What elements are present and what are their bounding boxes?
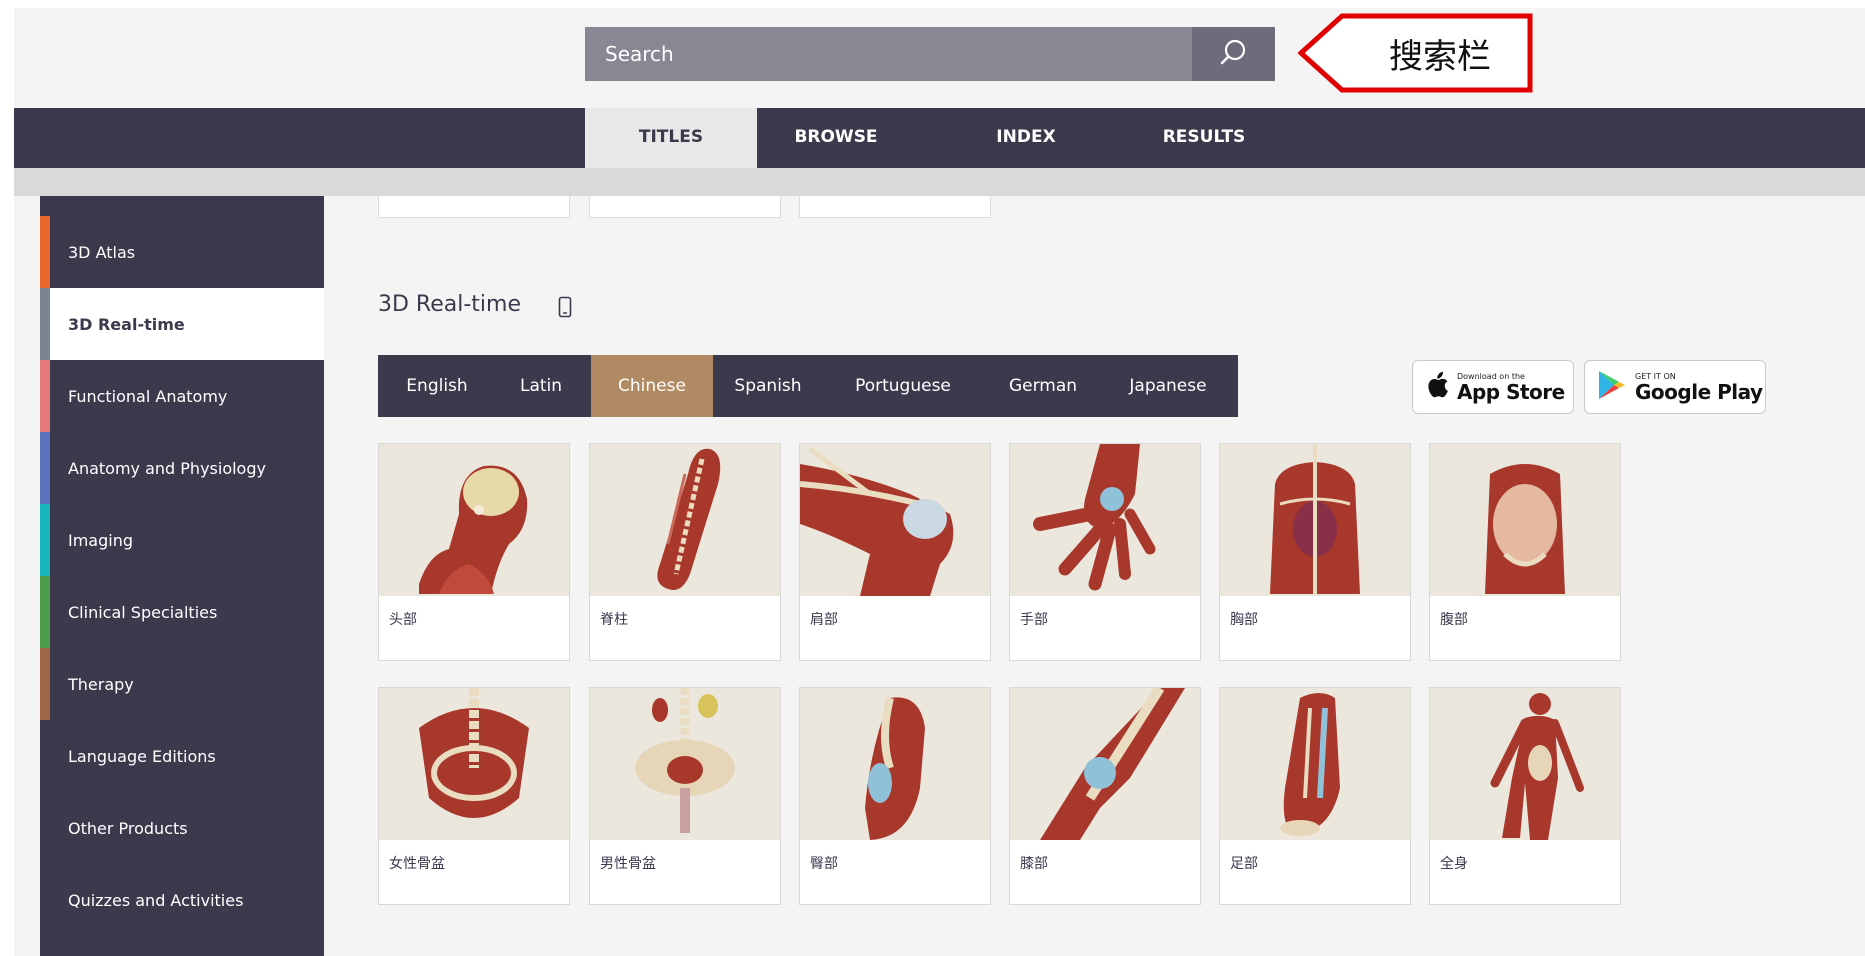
card-label: 臀部 xyxy=(810,856,838,872)
title-card-foot[interactable]: 足部 xyxy=(1219,687,1411,905)
sidebar-item-clinical-specialties[interactable]: Clinical Specialties xyxy=(40,576,324,648)
card-thumbnail xyxy=(800,688,990,840)
google-play-big-text: Google Play xyxy=(1635,379,1763,404)
sidebar-item-label: Other Products xyxy=(68,818,188,838)
title-card-hip[interactable]: 臀部 xyxy=(799,687,991,905)
tab-english[interactable]: English xyxy=(378,355,496,417)
app-store-badge[interactable]: Download on the App Store xyxy=(1412,360,1574,414)
card-label: 脊柱 xyxy=(600,612,628,628)
sidebar-item-label: Quizzes and Activities xyxy=(68,890,244,910)
title-card-spine[interactable]: 脊柱 xyxy=(589,443,781,661)
nav-divider xyxy=(14,168,1865,196)
category-color-bar xyxy=(40,288,50,360)
card-label: 手部 xyxy=(1020,612,1048,628)
sidebar-item-language-editions[interactable]: Language Editions xyxy=(40,720,324,792)
top-nav: TITLES BROWSE INDEX RESULTS xyxy=(14,108,1865,168)
title-card-male-pelvis[interactable]: 男性骨盆 xyxy=(589,687,781,905)
title-card-thorax[interactable]: 胸部 xyxy=(1219,443,1411,661)
card-thumbnail xyxy=(1010,688,1200,840)
card-label: 头部 xyxy=(389,612,417,628)
sidebar-item-label: Therapy xyxy=(68,674,134,694)
sidebar-item-anatomy-and-physiology[interactable]: Anatomy and Physiology xyxy=(40,432,324,504)
card-thumbnail xyxy=(590,688,780,840)
card-label: 胸部 xyxy=(1230,612,1258,628)
sidebar-item-imaging[interactable]: Imaging xyxy=(40,504,324,576)
card-thumbnail xyxy=(800,444,990,596)
tab-titles[interactable]: TITLES xyxy=(585,108,757,168)
apple-icon xyxy=(1425,371,1449,403)
sidebar-item-functional-anatomy[interactable]: Functional Anatomy xyxy=(40,360,324,432)
card-label: 膝部 xyxy=(1020,856,1048,872)
title-card-head[interactable]: 头部 xyxy=(378,443,570,661)
sidebar-item-therapy[interactable]: Therapy xyxy=(40,648,324,720)
sidebar-item-3d-atlas[interactable]: 3D Atlas xyxy=(40,216,324,288)
partial-card[interactable] xyxy=(589,196,781,218)
sidebar-item-quizzes-and-activities[interactable]: Quizzes and Activities xyxy=(40,864,324,936)
sidebar-item-label: Clinical Specialties xyxy=(68,602,218,622)
search-input[interactable] xyxy=(585,27,1192,81)
mobile-device-icon xyxy=(558,296,572,322)
category-color-bar xyxy=(40,432,50,504)
search-icon xyxy=(1219,38,1249,71)
card-label: 全身 xyxy=(1440,856,1468,872)
title-card-full-body[interactable]: 全身 xyxy=(1429,687,1621,905)
tab-german[interactable]: German xyxy=(983,355,1103,417)
search-bar xyxy=(585,27,1275,81)
tab-chinese[interactable]: Chinese xyxy=(591,355,713,417)
title-card-knee[interactable]: 膝部 xyxy=(1009,687,1201,905)
sidebar: 3D Atlas 3D Real-time Functional Anatomy… xyxy=(40,196,324,956)
title-card-female-pelvis[interactable]: 女性骨盆 xyxy=(378,687,570,905)
card-label: 腹部 xyxy=(1440,612,1468,628)
sidebar-item-other-products[interactable]: Other Products xyxy=(40,792,324,864)
card-label: 男性骨盆 xyxy=(600,856,656,872)
partial-card[interactable] xyxy=(378,196,570,218)
annotation-callout: 搜索栏 xyxy=(1298,12,1533,94)
card-thumbnail xyxy=(1220,444,1410,596)
partial-card[interactable] xyxy=(799,196,991,218)
tab-japanese[interactable]: Japanese xyxy=(1108,355,1228,417)
title-card-shoulder[interactable]: 肩部 xyxy=(799,443,991,661)
card-thumbnail xyxy=(379,688,569,840)
title-card-hand[interactable]: 手部 xyxy=(1009,443,1201,661)
card-thumbnail xyxy=(590,444,780,596)
category-color-bar xyxy=(40,576,50,648)
tab-results[interactable]: RESULTS xyxy=(1134,108,1274,168)
sidebar-item-label: Language Editions xyxy=(68,746,216,766)
title-card-abdomen[interactable]: 腹部 xyxy=(1429,443,1621,661)
tab-portuguese[interactable]: Portuguese xyxy=(828,355,978,417)
google-play-badge[interactable]: GET IT ON Google Play xyxy=(1584,360,1766,414)
google-play-icon xyxy=(1597,369,1627,405)
tab-index[interactable]: INDEX xyxy=(976,108,1076,168)
category-color-bar xyxy=(40,216,50,288)
card-thumbnail xyxy=(1430,688,1620,840)
card-label: 肩部 xyxy=(810,612,838,628)
category-color-bar xyxy=(40,360,50,432)
section-title: 3D Real-time xyxy=(378,292,521,317)
sidebar-item-label: Imaging xyxy=(68,530,134,550)
card-label: 足部 xyxy=(1230,856,1258,872)
search-button[interactable] xyxy=(1192,27,1275,81)
sidebar-item-label: Anatomy and Physiology xyxy=(68,458,266,478)
annotation-label: 搜索栏 xyxy=(1389,36,1491,77)
card-thumbnail xyxy=(379,444,569,596)
app-store-big-text: App Store xyxy=(1457,379,1565,404)
tab-browse[interactable]: BROWSE xyxy=(776,108,896,168)
category-color-bar xyxy=(40,648,50,720)
sidebar-item-label: Functional Anatomy xyxy=(68,386,228,406)
sidebar-item-3d-real-time[interactable]: 3D Real-time xyxy=(40,288,324,360)
category-color-bar xyxy=(40,504,50,576)
card-thumbnail xyxy=(1430,444,1620,596)
card-thumbnail xyxy=(1010,444,1200,596)
sidebar-item-label: 3D Real-time xyxy=(68,314,185,334)
tab-latin[interactable]: Latin xyxy=(496,355,586,417)
card-label: 女性骨盆 xyxy=(389,856,445,872)
card-thumbnail xyxy=(1220,688,1410,840)
language-tabs: English Latin Chinese Spanish Portuguese… xyxy=(378,355,1238,417)
sidebar-item-label: 3D Atlas xyxy=(68,242,136,262)
tab-spanish[interactable]: Spanish xyxy=(713,355,823,417)
